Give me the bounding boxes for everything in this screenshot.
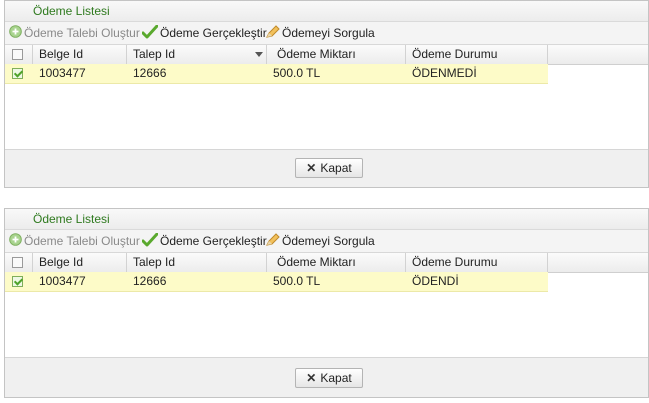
row-check-cell[interactable] xyxy=(5,272,33,291)
select-all-cell[interactable] xyxy=(5,45,33,64)
column-header-talep-id[interactable]: Talep Id xyxy=(127,253,267,272)
create-payment-request-button[interactable]: Ödeme Talebi Oluştur xyxy=(9,233,140,249)
make-payment-label: Ödeme Gerçekleştir xyxy=(160,234,267,249)
make-payment-button[interactable]: Ödeme Gerçekleştir xyxy=(141,24,267,43)
table-row[interactable]: 1003477 12666 500.0 TL ÖDENDİ xyxy=(5,272,548,292)
column-header-label: Talep Id xyxy=(133,47,176,61)
panel-footer: ✕ Kapat xyxy=(5,359,648,397)
query-payment-button[interactable]: Ödemeyi Sorgula xyxy=(265,25,375,41)
select-all-checkbox[interactable] xyxy=(12,257,23,268)
query-payment-label: Ödemeyi Sorgula xyxy=(282,234,375,249)
column-header-talep-id[interactable]: Talep Id xyxy=(127,45,267,64)
select-all-checkbox[interactable] xyxy=(12,49,23,60)
cell-belge-id: 1003477 xyxy=(39,66,86,80)
payment-grid: Belge Id Talep Id Ödeme Miktarı Ödeme Du… xyxy=(5,45,648,150)
cell-belge-id: 1003477 xyxy=(39,274,86,288)
make-payment-button[interactable]: Ödeme Gerçekleştir xyxy=(141,232,267,251)
cell-odeme-durumu: ÖDENDİ xyxy=(412,274,459,288)
create-payment-request-button[interactable]: Ödeme Talebi Oluştur xyxy=(9,25,140,41)
panel-titlebar: Ödeme Listesi xyxy=(5,209,648,230)
add-circle-icon xyxy=(9,25,22,42)
column-header-belge-id[interactable]: Belge Id xyxy=(33,45,127,64)
row-checkbox[interactable] xyxy=(12,276,23,287)
grid-header: Belge Id Talep Id Ödeme Miktarı Ödeme Du… xyxy=(5,45,648,65)
panel-title: Ödeme Listesi xyxy=(33,4,110,18)
column-header-filler xyxy=(548,45,649,64)
payment-grid: Belge Id Talep Id Ödeme Miktarı Ödeme Du… xyxy=(5,253,648,358)
checkmark-icon xyxy=(141,232,159,251)
make-payment-label: Ödeme Gerçekleştir xyxy=(160,26,267,41)
query-payment-label: Ödemeyi Sorgula xyxy=(282,26,375,41)
checkmark-icon xyxy=(141,24,159,43)
close-label: Kapat xyxy=(320,161,352,175)
create-payment-request-label: Ödeme Talebi Oluştur xyxy=(24,234,140,248)
payment-list-panel-2: Ödeme Listesi Ödeme Talebi Oluştur Ödeme… xyxy=(4,208,649,398)
toolbar: Ödeme Talebi Oluştur Ödeme Gerçekleştir … xyxy=(5,230,648,253)
close-x-icon: ✕ xyxy=(306,371,317,385)
close-x-icon: ✕ xyxy=(306,161,317,175)
cell-talep-id: 12666 xyxy=(133,274,167,288)
column-header-odeme-durumu[interactable]: Ödeme Durumu xyxy=(406,253,548,272)
panel-titlebar: Ödeme Listesi xyxy=(5,1,648,22)
close-label: Kapat xyxy=(320,371,352,385)
close-button[interactable]: ✕ Kapat xyxy=(295,368,363,388)
toolbar: Ödeme Talebi Oluştur Ödeme Gerçekleştir … xyxy=(5,22,648,45)
cell-odeme-miktari: 500.0 TL xyxy=(273,274,321,288)
create-payment-request-label: Ödeme Talebi Oluştur xyxy=(24,26,140,40)
column-header-odeme-durumu[interactable]: Ödeme Durumu xyxy=(406,45,548,64)
panel-footer: ✕ Kapat xyxy=(5,149,648,187)
add-circle-icon xyxy=(9,233,22,250)
panel-title: Ödeme Listesi xyxy=(33,212,110,226)
table-row[interactable]: 1003477 12666 500.0 TL ÖDENMEDİ xyxy=(5,64,548,84)
column-header-filler xyxy=(548,253,649,272)
query-payment-button[interactable]: Ödemeyi Sorgula xyxy=(265,233,375,249)
payment-list-panel-1: Ödeme Listesi Ödeme Talebi Oluştur Ödeme… xyxy=(4,0,649,188)
column-header-belge-id[interactable]: Belge Id xyxy=(33,253,127,272)
cell-talep-id: 12666 xyxy=(133,66,167,80)
sort-desc-icon[interactable] xyxy=(255,52,263,57)
column-header-odeme-miktari[interactable]: Ödeme Miktarı xyxy=(267,253,406,272)
column-header-odeme-miktari[interactable]: Ödeme Miktarı xyxy=(267,45,406,64)
row-checkbox[interactable] xyxy=(12,68,23,79)
cell-odeme-miktari: 500.0 TL xyxy=(273,66,321,80)
cell-odeme-durumu: ÖDENMEDİ xyxy=(412,66,477,80)
close-button[interactable]: ✕ Kapat xyxy=(295,158,363,178)
pencil-icon xyxy=(265,25,280,43)
grid-header: Belge Id Talep Id Ödeme Miktarı Ödeme Du… xyxy=(5,253,648,273)
pencil-icon xyxy=(265,233,280,251)
select-all-cell[interactable] xyxy=(5,253,33,272)
row-check-cell[interactable] xyxy=(5,64,33,83)
